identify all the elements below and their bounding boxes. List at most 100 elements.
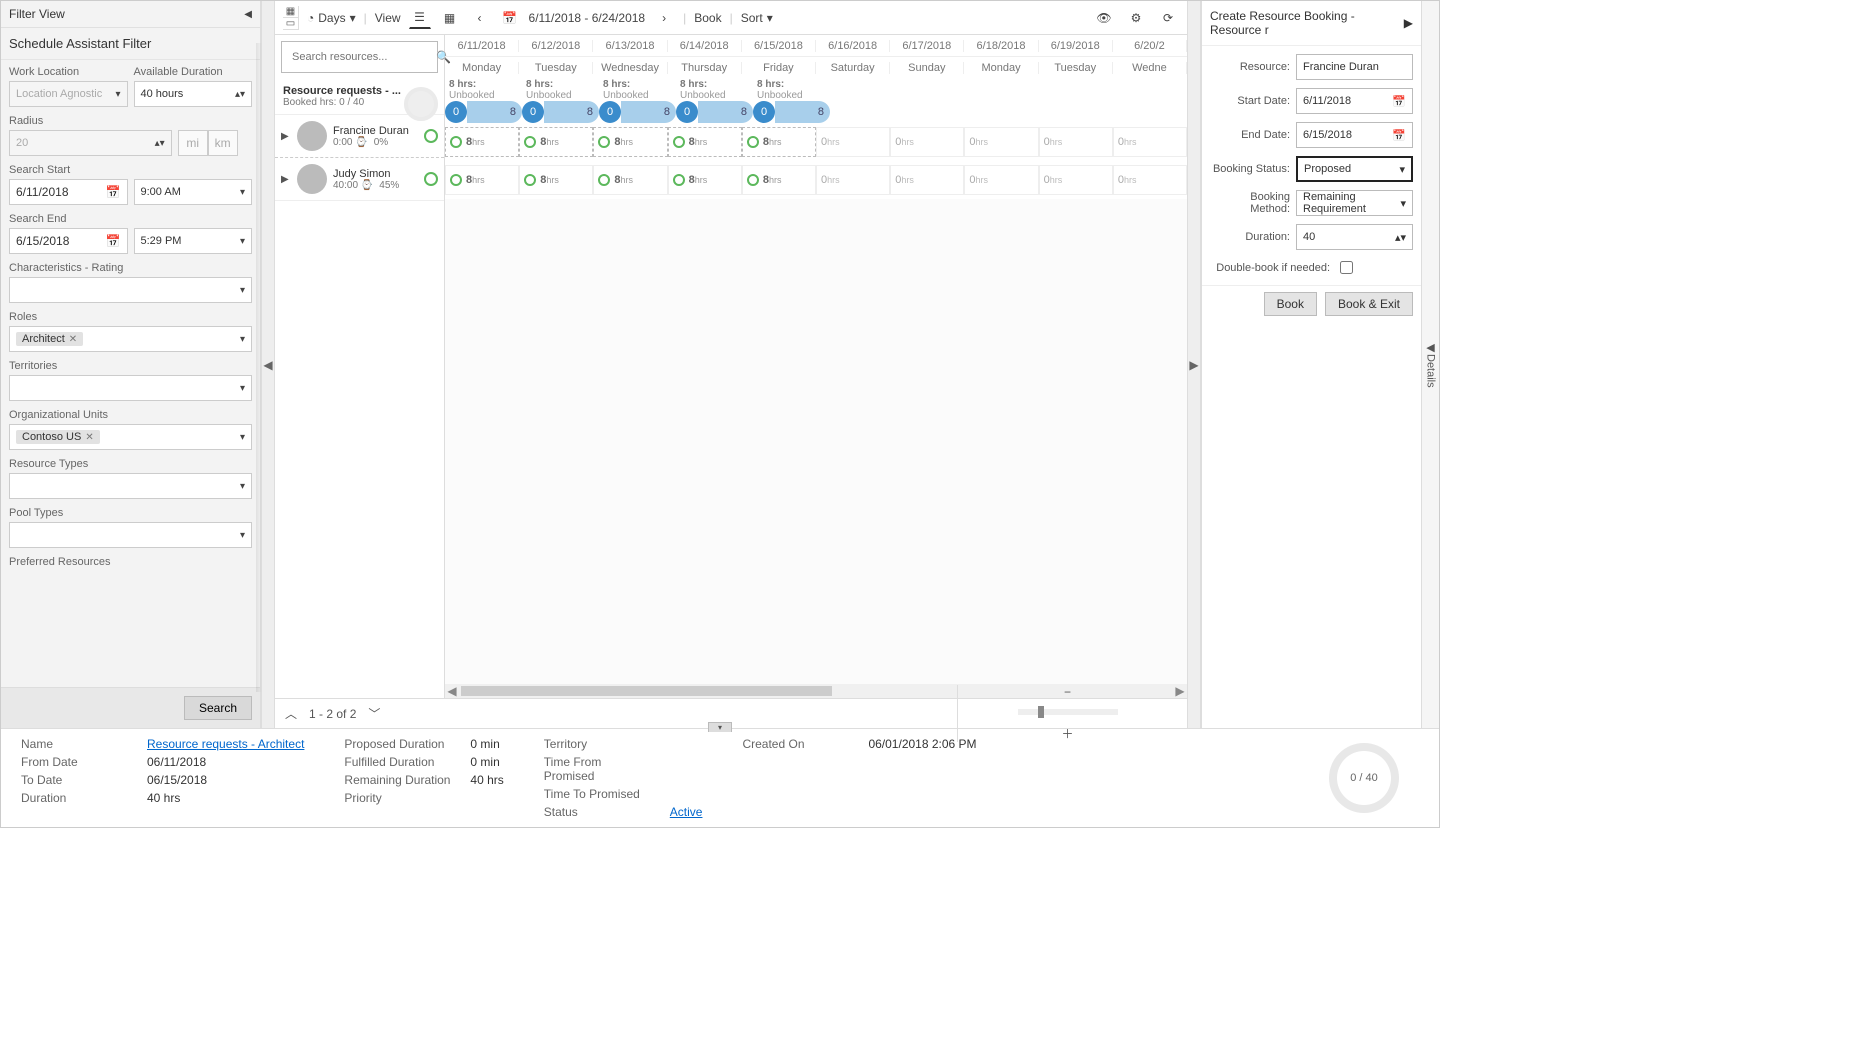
radius-label: Radius — [9, 115, 252, 127]
role-tag[interactable]: Architect✕ — [16, 332, 83, 346]
day-header-cell: Tuesday — [519, 62, 593, 74]
date-header-cell: 6/12/2018 — [519, 40, 593, 52]
time-slot[interactable]: 8 hrs — [742, 127, 816, 157]
zoom-out-icon[interactable]: − — [1064, 685, 1071, 699]
time-slot[interactable]: 0 hrs — [890, 165, 964, 195]
resource-slot-row: 8 hrs8 hrs8 hrs8 hrs8 hrs0 hrs0 hrs0 hrs… — [445, 123, 1187, 161]
calendar-icon[interactable]: 📅 — [1392, 129, 1406, 142]
calendar-icon[interactable]: 📅 — [1392, 95, 1406, 108]
radius-input[interactable]: 20 ▴▾ — [9, 130, 172, 156]
book-button[interactable]: Book — [1264, 292, 1317, 316]
expand-icon[interactable]: ▶ — [281, 174, 291, 185]
time-slot[interactable]: 0 hrs — [1039, 127, 1113, 157]
start-date-field[interactable]: 6/11/2018📅 — [1296, 88, 1413, 114]
zoom-slider[interactable] — [1018, 709, 1118, 715]
time-slot[interactable]: 0 hrs — [890, 127, 964, 157]
time-slot[interactable]: 8 hrs — [445, 165, 519, 195]
resource-types-select[interactable]: ▾ — [9, 473, 252, 499]
work-location-value: Location Agnostic — [16, 88, 102, 100]
requirement-link[interactable]: Resource requests - Architect — [147, 737, 304, 751]
list-view-icon[interactable]: ☰ — [409, 7, 431, 29]
roles-select[interactable]: Architect✕ ▾ — [9, 326, 252, 352]
timescale-selector[interactable]: ◔ Days ▾ — [307, 11, 356, 25]
time-slot[interactable]: 8 hrs — [668, 165, 742, 195]
orgunit-tag[interactable]: Contoso US✕ — [16, 430, 100, 444]
resource-row[interactable]: ▶ Francine Duran 0:00 ⌚0% — [275, 115, 444, 158]
status-link[interactable]: Active — [670, 805, 703, 819]
unbooked-pill: 08 — [599, 101, 676, 123]
resource-search-input[interactable] — [290, 50, 436, 64]
search-start-time[interactable]: 9:00 AM ▾ — [134, 179, 253, 205]
zoom-thumb[interactable] — [1038, 706, 1044, 718]
eye-icon[interactable]: 👁 — [1093, 7, 1115, 29]
details-tab[interactable]: ◀ Details — [1421, 1, 1439, 728]
time-slot[interactable]: 8 hrs — [593, 127, 667, 157]
time-slot[interactable]: 0 hrs — [816, 127, 890, 157]
sort-selector[interactable]: Sort ▾ — [741, 11, 773, 25]
next-range-icon[interactable]: › — [653, 7, 675, 29]
remove-tag-icon[interactable]: ✕ — [85, 432, 93, 443]
org-units-select[interactable]: Contoso US✕ ▾ — [9, 424, 252, 450]
refresh-icon[interactable]: ⟳ — [1157, 7, 1179, 29]
book-exit-button[interactable]: Book & Exit — [1325, 292, 1413, 316]
search-start-date[interactable]: 6/11/2018 📅 — [9, 179, 128, 205]
double-book-checkbox[interactable] — [1340, 261, 1353, 274]
schedule-panel: ▦▭ ◔ Days ▾ | View ☰ ▦ ‹ 📅 6/11/2018 - 6… — [275, 1, 1187, 728]
search-button[interactable]: Search — [184, 696, 252, 720]
scroll-left-icon[interactable]: ◀ — [445, 684, 459, 698]
page-down-icon[interactable]: ﹀ — [368, 705, 380, 722]
expand-collapse-rows[interactable]: ▦▭ — [283, 6, 299, 30]
search-end-time[interactable]: 5:29 PM ▾ — [134, 228, 253, 254]
remove-tag-icon[interactable]: ✕ — [69, 334, 77, 345]
unbooked-pill: 08 — [445, 101, 522, 123]
time-slot[interactable]: 0 hrs — [816, 165, 890, 195]
time-slot[interactable]: 8 hrs — [519, 165, 593, 195]
collapse-right-tab[interactable]: ▶ — [1187, 1, 1201, 728]
book-action[interactable]: Book — [694, 11, 721, 25]
resource-field[interactable]: Francine Duran — [1296, 54, 1413, 80]
time-slot[interactable]: 8 hrs — [593, 165, 667, 195]
end-date-field[interactable]: 6/15/2018📅 — [1296, 122, 1413, 148]
booking-method-select[interactable]: Remaining Requirement▾ — [1296, 190, 1413, 216]
radius-mi[interactable]: mi — [178, 130, 208, 156]
chevron-right-icon[interactable]: ▶ — [1404, 16, 1413, 30]
time-slot[interactable]: 0 hrs — [1039, 165, 1113, 195]
booking-status-select[interactable]: Proposed▾ — [1296, 156, 1413, 182]
expand-icon[interactable]: ▶ — [281, 131, 291, 142]
time-slot[interactable]: 8 hrs — [519, 127, 593, 157]
grid-view-icon[interactable]: ▦ — [439, 7, 461, 29]
radius-km[interactable]: km — [208, 130, 238, 156]
territories-select[interactable]: ▾ — [9, 375, 252, 401]
time-slot[interactable]: 8 hrs — [668, 127, 742, 157]
resource-row[interactable]: ▶ Judy Simon 40:00 ⌚45% — [275, 158, 444, 201]
collapse-left-tab[interactable]: ◀ — [261, 1, 275, 728]
gear-icon[interactable]: ⚙ — [1125, 7, 1147, 29]
time-slot[interactable]: 0 hrs — [964, 127, 1038, 157]
main-row: Filter View ◀ Schedule Assistant Filter … — [1, 1, 1439, 728]
collapse-details-tab[interactable]: ▾ — [708, 722, 732, 732]
time-slot[interactable]: 0 hrs — [964, 165, 1038, 195]
calendar-icon[interactable]: 📅 — [499, 7, 521, 29]
available-duration-value: 40 hours — [141, 88, 184, 100]
collapse-left-icon[interactable]: ◀ — [244, 9, 252, 20]
characteristics-select[interactable]: ▾ — [9, 277, 252, 303]
resource-search[interactable]: 🔍 — [281, 41, 438, 73]
time-slot[interactable]: 8 hrs — [445, 127, 519, 157]
duration-stepper[interactable]: 40▴▾ — [1296, 224, 1413, 250]
date-header-cell: 6/19/2018 — [1039, 40, 1113, 52]
time-slot[interactable]: 0 hrs — [1113, 165, 1187, 195]
prev-range-icon[interactable]: ‹ — [469, 7, 491, 29]
preferred-resources-label: Preferred Resources — [9, 556, 252, 568]
work-location-select[interactable]: Location Agnostic ▾ — [9, 81, 128, 107]
available-duration-label: Available Duration — [134, 66, 253, 78]
time-slot[interactable]: 0 hrs — [1113, 127, 1187, 157]
pool-types-select[interactable]: ▾ — [9, 522, 252, 548]
search-end-date[interactable]: 6/15/2018 📅 — [9, 228, 128, 254]
filter-panel-subtitle: Schedule Assistant Filter — [1, 28, 260, 60]
radius-unit-toggle[interactable]: mi km — [178, 130, 252, 156]
time-slot[interactable]: 8 hrs — [742, 165, 816, 195]
resource-request-row[interactable]: Resource requests - ... Booked hrs: 0 / … — [275, 79, 444, 115]
scroll-thumb[interactable] — [461, 686, 832, 696]
page-up-icon[interactable]: ︿ — [285, 705, 297, 722]
available-duration-select[interactable]: 40 hours ▴▾ — [134, 81, 253, 107]
